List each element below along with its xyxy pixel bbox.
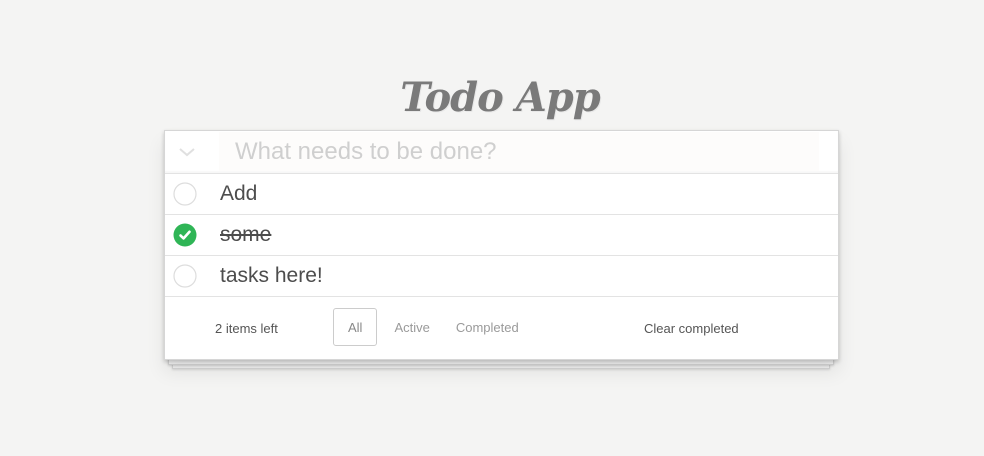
empty-circle-icon <box>173 182 197 206</box>
todo-label[interactable]: some <box>220 224 271 246</box>
todo-item: tasks here! <box>165 256 838 297</box>
app-title: Todo App <box>400 74 600 121</box>
todo-item: some <box>165 215 838 256</box>
todo-checkbox[interactable] <box>173 264 197 288</box>
filter-group: All Active Completed <box>333 308 536 346</box>
new-todo-input[interactable] <box>219 132 819 171</box>
filter-completed-button[interactable]: Completed <box>447 308 528 346</box>
todo-checkbox[interactable] <box>173 182 197 206</box>
todo-label[interactable]: tasks here! <box>220 265 323 287</box>
chevron-down-icon <box>179 148 195 157</box>
filter-all-button[interactable]: All <box>333 308 378 346</box>
todo-card: Add some tasks here! 2 items left All Ac… <box>164 130 839 360</box>
todo-header <box>165 131 838 174</box>
green-checkmark-circle-icon <box>173 223 197 247</box>
items-left-count: 2 items left <box>215 321 278 336</box>
todo-label[interactable]: Add <box>220 183 257 205</box>
clear-completed-button[interactable]: Clear completed <box>644 321 739 336</box>
empty-circle-icon <box>173 264 197 288</box>
filter-active-button[interactable]: Active <box>385 308 438 346</box>
todo-footer: 2 items left All Active Completed Clear … <box>165 298 838 359</box>
todo-checkbox[interactable] <box>173 223 197 247</box>
todo-item: Add <box>165 174 838 215</box>
toggle-all-button[interactable] <box>175 140 199 164</box>
